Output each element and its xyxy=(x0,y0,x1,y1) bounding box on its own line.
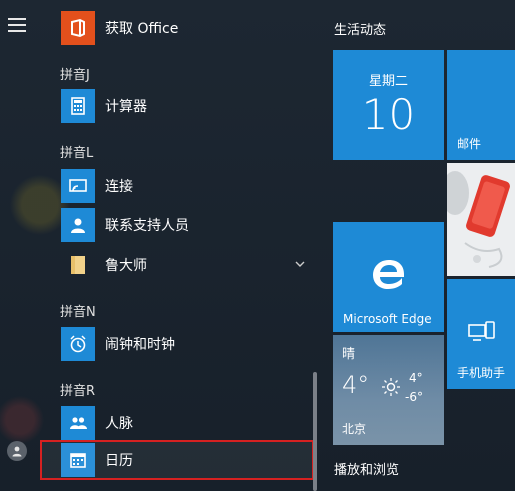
app-label: 鲁大师 xyxy=(105,258,147,274)
app-item-contact-support[interactable]: 联系支持人员 xyxy=(40,206,312,244)
start-rail xyxy=(0,0,36,491)
people-icon xyxy=(61,406,95,440)
app-label: 联系支持人员 xyxy=(105,218,189,234)
app-label: 计算器 xyxy=(105,99,147,115)
tiles-group-header[interactable]: 生活动态 xyxy=(334,19,386,38)
app-item-people[interactable]: 人脉 xyxy=(40,404,312,442)
office-icon xyxy=(61,11,95,45)
phone-device-icon xyxy=(468,321,495,341)
group-header-j[interactable]: 拼音J xyxy=(60,64,90,83)
app-item-get-office[interactable]: 获取 Office xyxy=(40,9,312,47)
weather-city: 北京 xyxy=(342,422,367,436)
calendar-tile[interactable]: 星期二 10 xyxy=(333,50,444,160)
edge-logo-icon xyxy=(373,260,404,289)
edge-label: Microsoft Edge xyxy=(343,312,432,326)
photo-tile[interactable] xyxy=(447,163,515,276)
app-label: 获取 Office xyxy=(105,21,179,37)
weather-condition: 晴 xyxy=(342,347,356,362)
mail-tile[interactable]: 邮件 xyxy=(447,50,515,160)
weather-current-temp: 4° xyxy=(342,371,370,399)
group-header-l[interactable]: 拼音L xyxy=(60,142,93,161)
app-label: 人脉 xyxy=(105,416,133,432)
folder-icon xyxy=(61,248,95,282)
sun-icon xyxy=(382,378,400,396)
person-icon xyxy=(12,446,22,457)
app-list-scrollbar[interactable] xyxy=(313,372,317,491)
weather-low-temp: -6° xyxy=(405,390,423,404)
red-phone-image-icon xyxy=(447,163,515,276)
calculator-icon xyxy=(61,89,95,123)
phone-assistant-tile[interactable]: 手机助手 xyxy=(447,279,515,389)
play-browse-group-header[interactable]: 播放和浏览 xyxy=(334,459,399,478)
calendar-selection-highlight xyxy=(40,440,314,480)
weather-high-temp: 4° xyxy=(409,371,423,385)
connect-icon xyxy=(61,169,95,203)
app-label: 连接 xyxy=(105,179,133,195)
calendar-weekday: 星期二 xyxy=(368,74,408,89)
app-label: 闹钟和时钟 xyxy=(105,337,175,353)
mail-label: 邮件 xyxy=(457,137,482,151)
support-person-icon xyxy=(61,208,95,242)
app-item-connect[interactable]: 连接 xyxy=(40,167,312,205)
group-header-r[interactable]: 拼音R xyxy=(60,380,95,399)
chevron-down-icon[interactable] xyxy=(294,258,306,270)
alarm-clock-icon xyxy=(61,327,95,361)
user-avatar-icon[interactable] xyxy=(7,441,27,461)
group-header-n[interactable]: 拼音N xyxy=(60,301,96,320)
calendar-day: 10 xyxy=(361,90,416,139)
edge-tile[interactable]: Microsoft Edge xyxy=(333,222,444,332)
app-item-calculator[interactable]: 计算器 xyxy=(40,87,312,125)
app-item-ludashi[interactable]: 鲁大师 xyxy=(40,246,312,284)
phone-assistant-label: 手机助手 xyxy=(457,366,506,380)
weather-tile[interactable]: 晴 4° 4° -6° 北京 xyxy=(333,335,444,445)
hamburger-menu-icon[interactable] xyxy=(8,18,26,32)
app-item-alarms-clock[interactable]: 闹钟和时钟 xyxy=(40,325,312,363)
app-list: 获取 Office 拼音J 计算器 拼音L 连接 联系支持人员 鲁大师 拼音N … xyxy=(40,0,316,491)
